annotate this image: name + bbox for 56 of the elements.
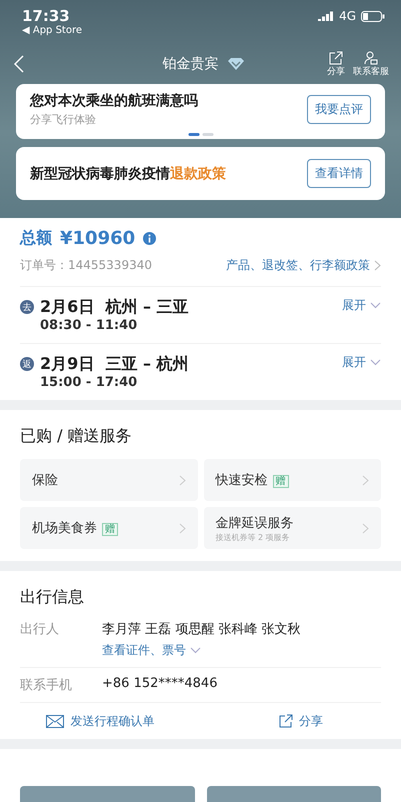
share-icon xyxy=(329,50,343,64)
expand-link[interactable]: 展开 xyxy=(342,354,366,371)
send-itinerary-button[interactable]: 发送行程确认单 xyxy=(0,703,200,739)
network-type: 4G xyxy=(339,9,356,23)
trip-route: 2月6日 杭州 – 三亚 xyxy=(40,297,190,318)
share-icon xyxy=(278,714,293,728)
notice-text: 新型冠状病毒肺炎疫情退款政策 xyxy=(30,164,227,182)
chevron-down-icon xyxy=(190,647,201,654)
nav-title: 铂金贵宾 xyxy=(162,55,218,73)
trip-time: 08:30 - 11:40 xyxy=(40,318,138,333)
section-title: 出行信息 xyxy=(20,586,85,608)
service-tile[interactable]: 金牌延误服务 接送机券等 2 项服务 xyxy=(204,507,381,549)
info-label: 出行人 xyxy=(20,621,60,639)
chevron-icon xyxy=(178,474,186,486)
documents-link[interactable]: 查看证件、票号 xyxy=(102,642,186,659)
total-label: 总额 xyxy=(20,228,52,249)
status-time: 17:33 xyxy=(22,7,70,25)
service-tile[interactable]: 机场美食券 赠 xyxy=(20,507,198,549)
chevron-icon xyxy=(178,522,186,534)
info-value: 李月萍 王磊 项思醒 张科峰 张文秋 xyxy=(102,621,302,638)
order-number: 订单号：14455339340 xyxy=(20,257,152,274)
battery-icon xyxy=(361,10,385,22)
gift-badge: 赠 xyxy=(102,523,118,536)
gift-badge: 赠 xyxy=(272,475,288,488)
feedback-title: 您对本次乘坐的航班满意吗 xyxy=(30,92,199,110)
diamond-icon xyxy=(226,57,244,71)
info-icon[interactable] xyxy=(143,232,156,245)
service-tile[interactable]: 快速安检 赠 xyxy=(204,459,381,501)
policy-link[interactable]: 产品、退改签、行李额政策 xyxy=(226,257,370,274)
share-button[interactable]: 分享 xyxy=(323,50,349,78)
chevron-icon xyxy=(362,474,369,486)
details-button[interactable]: 查看详情 xyxy=(307,159,371,188)
mail-icon xyxy=(46,714,64,728)
trip-tag: 去 xyxy=(20,300,34,314)
total-amount: ¥10960 xyxy=(60,228,136,249)
back-icon[interactable] xyxy=(14,55,24,73)
chevron-icon xyxy=(374,260,381,271)
signal-icon xyxy=(318,11,334,21)
section-title: 已购 / 赠送服务 xyxy=(20,425,133,447)
share-button[interactable]: 分享 xyxy=(200,703,401,739)
service-subtitle: 接送机券等 2 项服务 xyxy=(216,532,291,542)
service-tile[interactable]: 保险 xyxy=(20,459,198,501)
customer-service-button[interactable]: 联系客服 xyxy=(349,50,393,78)
back-to-app-link[interactable]: ◀ App Store xyxy=(22,25,82,36)
person-icon xyxy=(364,50,378,64)
trip-route: 2月9日 三亚 – 杭州 xyxy=(40,354,190,375)
trip-time: 15:00 - 17:40 xyxy=(40,375,138,390)
chevron-down-icon xyxy=(370,359,381,366)
expand-link[interactable]: 展开 xyxy=(342,297,366,314)
chevron-down-icon xyxy=(370,302,381,309)
chevron-icon xyxy=(362,522,369,534)
trip-tag: 返 xyxy=(20,357,34,371)
info-label: 联系手机 xyxy=(20,677,73,694)
feedback-subtitle: 分享飞行体验 xyxy=(30,112,97,127)
review-button[interactable]: 我要点评 xyxy=(307,95,371,124)
info-value: +86 152****4846 xyxy=(102,676,218,691)
